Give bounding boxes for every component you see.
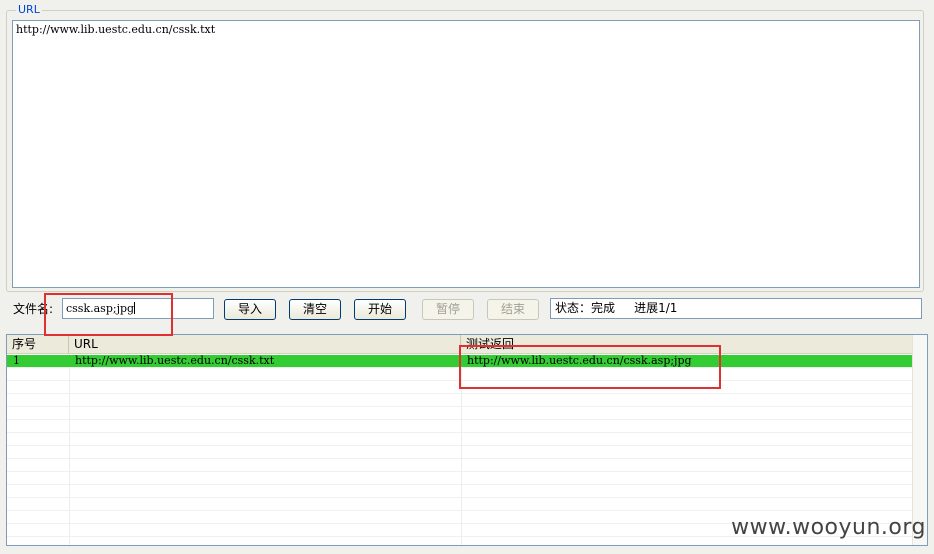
vertical-scrollbar[interactable]: [912, 335, 927, 545]
url-group-legend: URL: [16, 3, 42, 16]
row-url-cell: http://www.lib.uestc.edu.cn/cssk.txt: [75, 354, 275, 367]
clear-button[interactable]: 清空: [289, 299, 341, 320]
column-header-index[interactable]: 序号: [7, 335, 69, 353]
row-index-cell: 1: [13, 354, 20, 367]
import-button[interactable]: 导入: [224, 299, 276, 320]
empty-row: [7, 407, 913, 420]
highlight-box-filename: [44, 293, 173, 336]
empty-row: [7, 459, 913, 472]
empty-row: [7, 472, 913, 485]
start-button[interactable]: 开始: [354, 299, 406, 320]
status-display: 状态：完成 进展1/1: [550, 298, 922, 319]
watermark: www.wooyun.org: [731, 515, 926, 540]
highlight-box-result: [459, 345, 721, 389]
empty-row: [7, 446, 913, 459]
empty-row: [7, 433, 913, 446]
url-textarea[interactable]: http://www.lib.uestc.edu.cn/cssk.txt: [12, 20, 920, 288]
stop-button[interactable]: 结束: [487, 299, 539, 320]
column-header-url[interactable]: URL: [69, 335, 461, 353]
empty-row: [7, 394, 913, 407]
empty-row: [7, 420, 913, 433]
empty-row: [7, 485, 913, 498]
empty-row: [7, 498, 913, 511]
pause-button[interactable]: 暂停: [422, 299, 474, 320]
